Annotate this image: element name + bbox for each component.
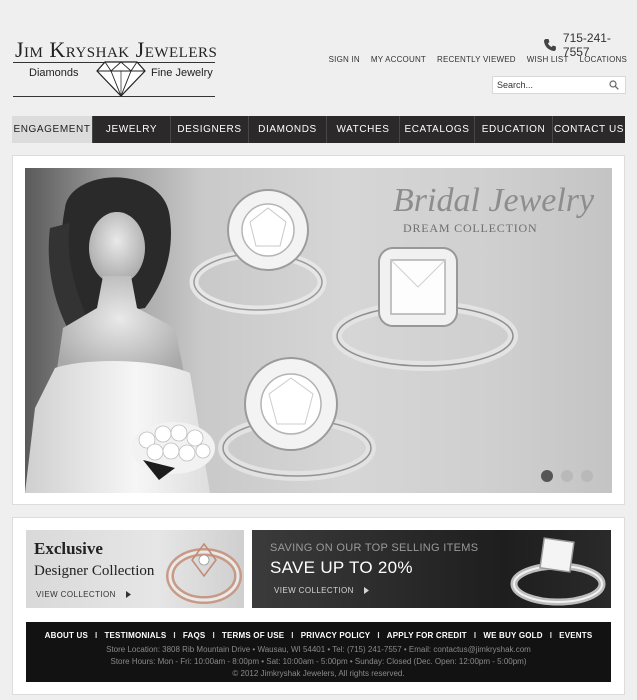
view-collection-link-left[interactable]: VIEW COLLECTION xyxy=(36,590,131,599)
recently-viewed-link[interactable]: RECENTLY VIEWED xyxy=(437,55,516,64)
footer-testimonials[interactable]: TESTIMONIALS xyxy=(104,631,166,640)
footer-events[interactable]: EVENTS xyxy=(559,631,592,640)
logo-right-text: Fine Jewelry xyxy=(151,67,213,79)
bottom-panel: Exclusive Designer Collection VIEW COLLE… xyxy=(12,517,625,695)
logo-rule-bottom xyxy=(13,96,215,97)
footer-about-us[interactable]: ABOUT US xyxy=(45,631,88,640)
slider-dot-3[interactable] xyxy=(581,470,593,482)
designer-collection-banner[interactable]: Exclusive Designer Collection VIEW COLLE… xyxy=(26,530,244,608)
footer-privacy-policy[interactable]: PRIVACY POLICY xyxy=(301,631,371,640)
promo-left-subtitle: Designer Collection xyxy=(34,563,155,579)
slider-dot-1[interactable] xyxy=(541,470,553,482)
promo-right-top: SAVING ON OUR TOP SELLING ITEMS xyxy=(270,542,479,554)
locations-link[interactable]: LOCATIONS xyxy=(580,55,627,64)
diamond-logo-icon xyxy=(96,61,146,98)
nav-diamonds[interactable]: DIAMONDS xyxy=(248,116,326,143)
hero-subtitle: DREAM COLLECTION xyxy=(403,221,538,235)
slider-dots xyxy=(541,470,593,482)
main-nav: ENGAGEMENT JEWELRY DESIGNERS DIAMONDS WA… xyxy=(12,116,625,143)
footer-faqs[interactable]: FAQS xyxy=(183,631,206,640)
search-input[interactable] xyxy=(493,77,603,93)
view-collection-label-left: VIEW COLLECTION xyxy=(36,590,116,599)
nav-jewelry[interactable]: JEWELRY xyxy=(92,116,170,143)
footer-terms-of-use[interactable]: TERMS OF USE xyxy=(222,631,284,640)
store-hours: Store Hours: Mon - Fri: 10:00am - 8:00pm… xyxy=(110,657,527,666)
chevron-right-icon xyxy=(125,591,131,598)
footer-apply-for-credit[interactable]: APPLY FOR CREDIT xyxy=(387,631,467,640)
wish-list-link[interactable]: WISH LIST xyxy=(527,55,569,64)
phone-icon xyxy=(543,39,556,51)
sale-banner[interactable]: SAVING ON OUR TOP SELLING ITEMS SAVE UP … xyxy=(252,530,611,608)
view-collection-link-right[interactable]: VIEW COLLECTION xyxy=(274,586,369,595)
search-box xyxy=(492,76,626,94)
account-links: SIGN IN MY ACCOUNT RECENTLY VIEWED WISH … xyxy=(329,55,627,64)
hero-title: Bridal Jewelry xyxy=(393,182,595,219)
chevron-right-icon xyxy=(363,587,369,594)
search-icon[interactable] xyxy=(609,80,619,90)
nav-contact-us[interactable]: CONTACT US xyxy=(552,116,625,143)
hero-panel: Bridal Jewelry DREAM COLLECTION xyxy=(12,155,625,505)
sale-ring-image xyxy=(510,537,606,606)
promo-left-title: Exclusive xyxy=(34,539,103,558)
sign-in-link[interactable]: SIGN IN xyxy=(329,55,360,64)
footer-we-buy-gold[interactable]: WE BUY GOLD xyxy=(483,631,542,640)
store-location: Store Location: 3808 Rib Mountain Drive … xyxy=(106,645,531,654)
footer-links: ABOUT US I TESTIMONIALS I FAQS I TERMS OF U… xyxy=(44,631,593,640)
promo-right-main: SAVE UP TO 20% xyxy=(270,558,413,577)
hero-slider[interactable]: Bridal Jewelry DREAM COLLECTION xyxy=(25,168,612,493)
nav-ecatalogs[interactable]: ECATALOGS xyxy=(399,116,474,143)
ring-image-top xyxy=(189,189,327,315)
nav-education[interactable]: EDUCATION xyxy=(474,116,552,143)
logo-left-text: Diamonds xyxy=(29,67,79,79)
view-collection-label-right: VIEW COLLECTION xyxy=(274,586,354,595)
nav-watches[interactable]: WATCHES xyxy=(326,116,399,143)
nav-engagement[interactable]: ENGAGEMENT xyxy=(12,116,92,143)
copyright: © 2012 Jimkryshak Jewelers, All rights r… xyxy=(232,669,405,678)
footer: ABOUT US I TESTIMONIALS I FAQS I TERMS OF U… xyxy=(26,622,611,682)
rose-gold-ring-image xyxy=(166,542,242,604)
nav-designers[interactable]: DESIGNERS xyxy=(170,116,248,143)
slider-dot-2[interactable] xyxy=(561,470,573,482)
logo[interactable]: Jim Kryshak Jewelers Diamonds Fine Jewel… xyxy=(13,37,217,98)
ring-image-bottom xyxy=(218,357,376,481)
my-account-link[interactable]: MY ACCOUNT xyxy=(371,55,426,64)
